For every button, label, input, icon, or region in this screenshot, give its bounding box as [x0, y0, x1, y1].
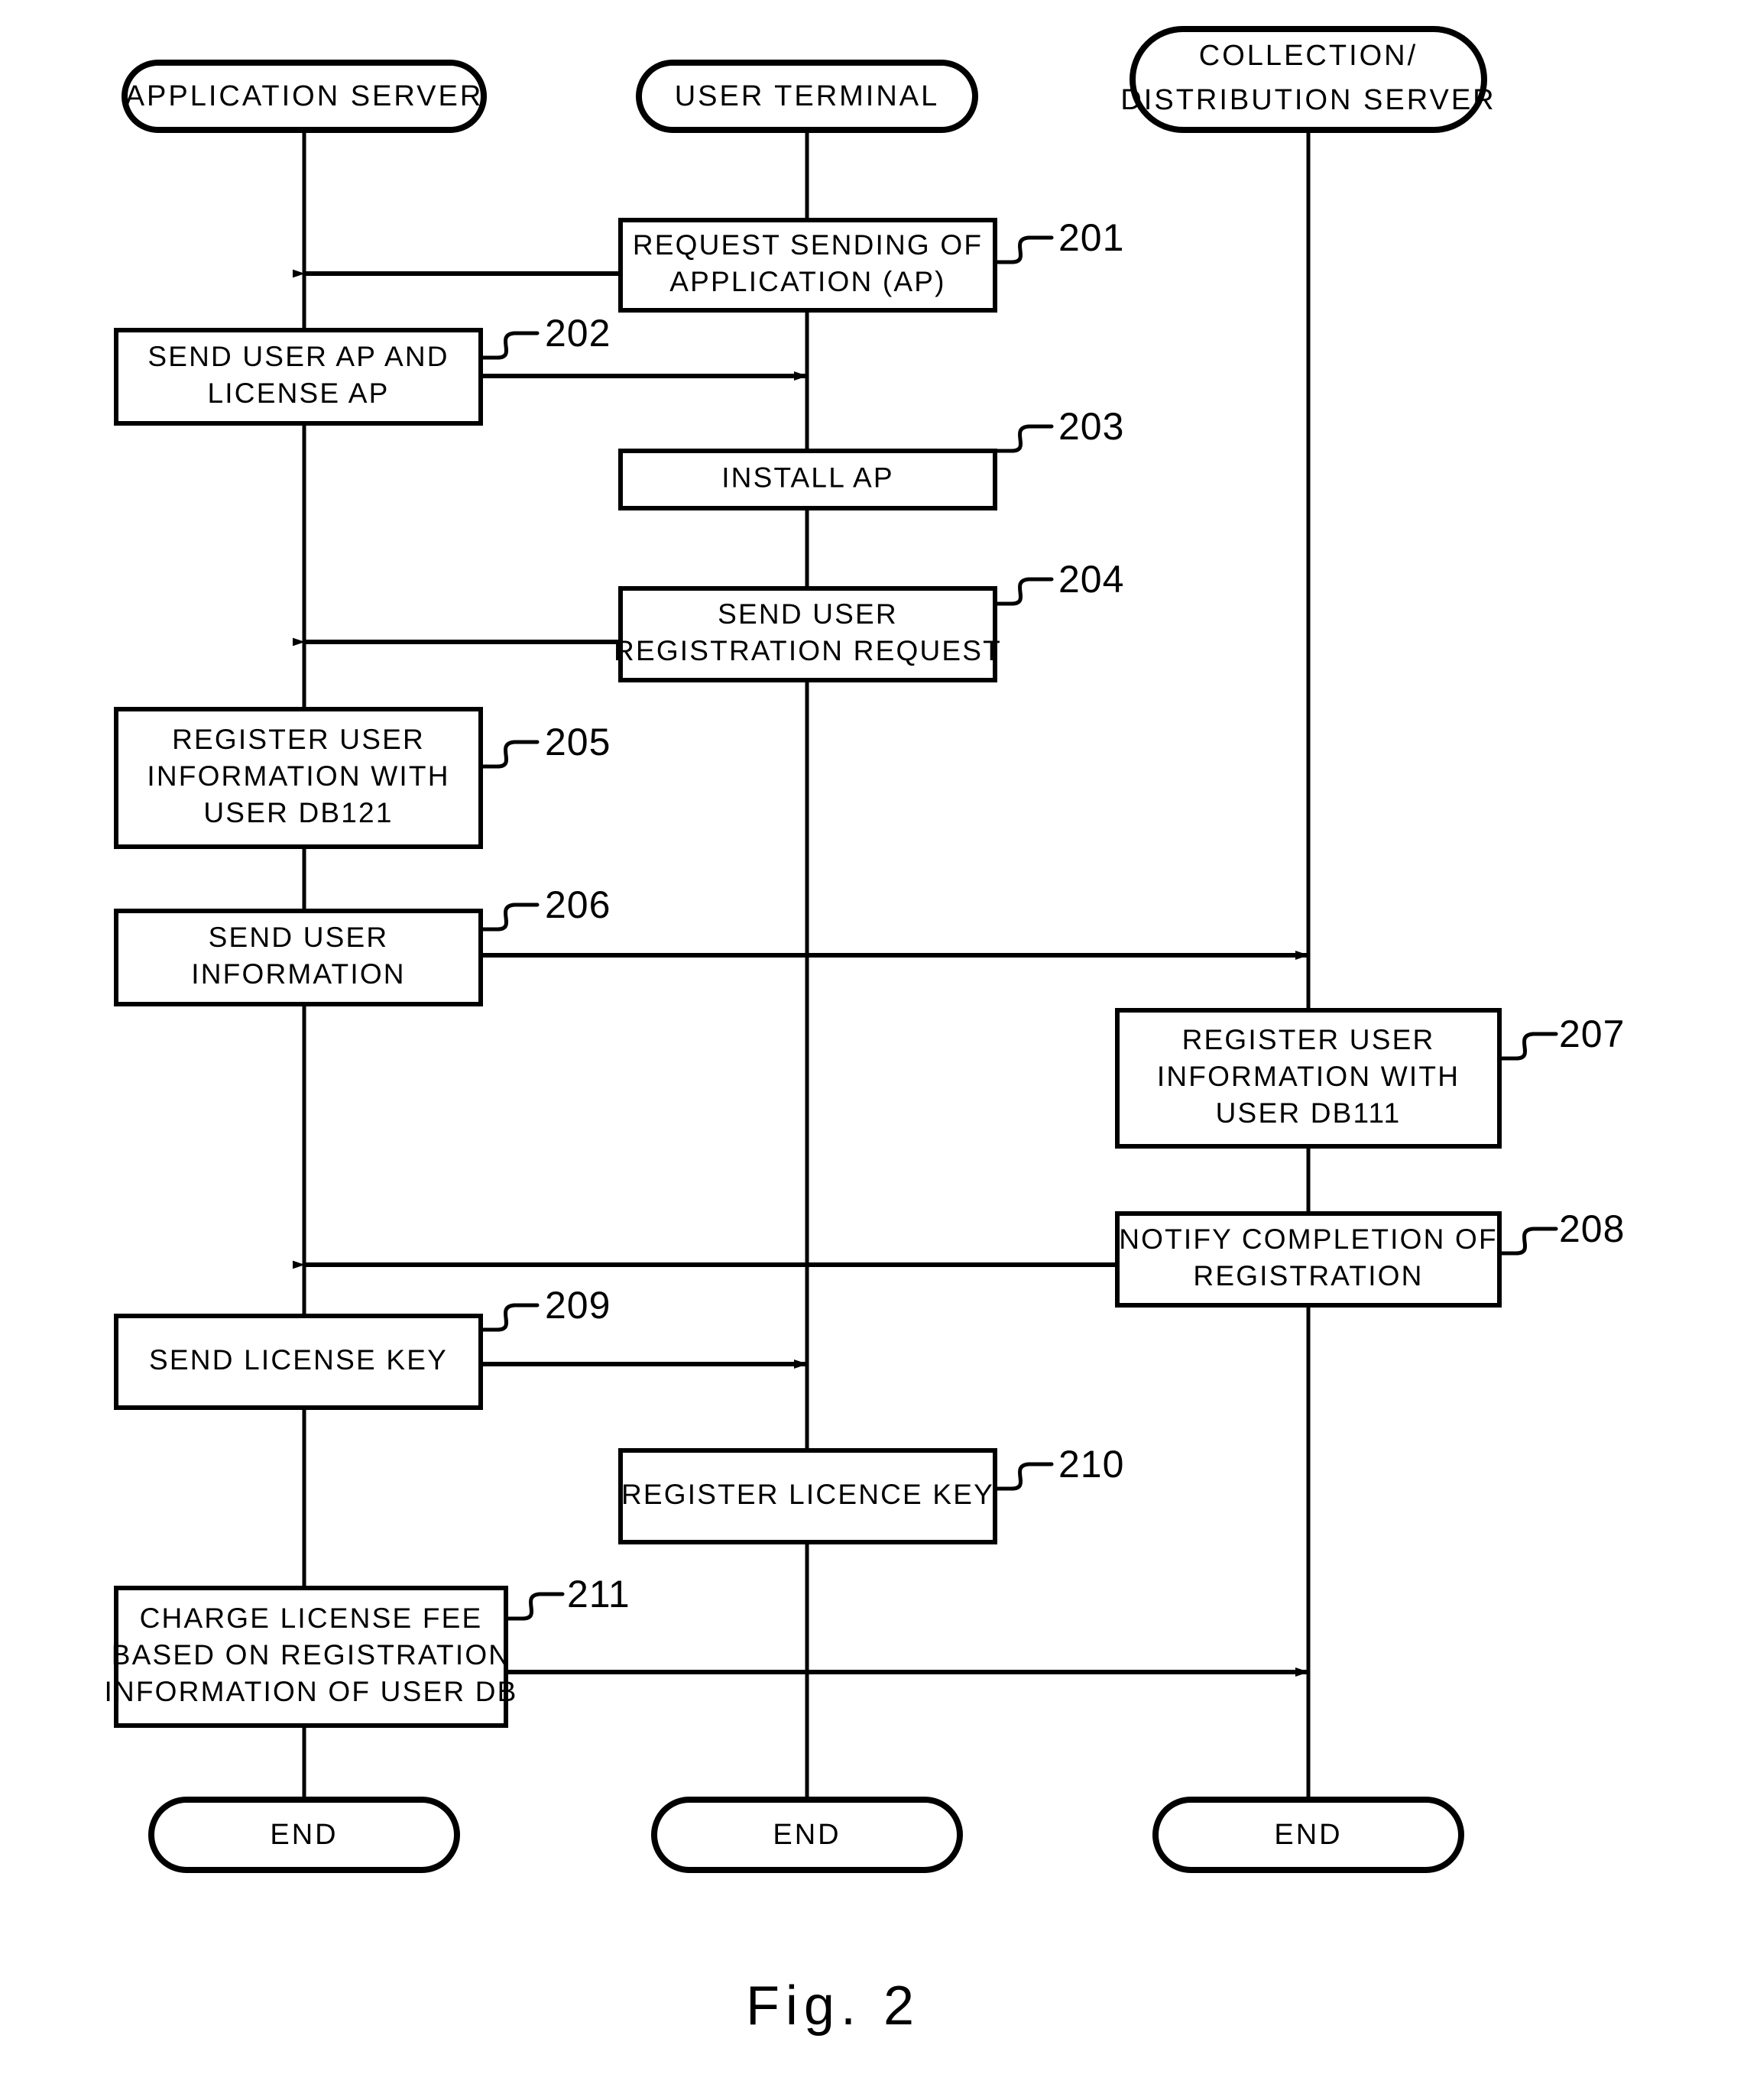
reference-number-text: 201 [1058, 216, 1124, 259]
step-label-line: SEND LICENSE KEY [149, 1344, 448, 1376]
step-box-210: REGISTER LICENCE KEY [618, 1448, 997, 1544]
reference-leader-line [478, 903, 540, 932]
reference-number-text: 209 [545, 1284, 611, 1327]
lifeline-header-label: COLLECTION/ [1199, 40, 1418, 72]
end-node-label: END [1274, 1819, 1342, 1851]
step-label-line: INFORMATION WITH [147, 760, 449, 792]
step-label-line: USER DB111 [1216, 1097, 1402, 1129]
step-label-line: REGISTER LICENCE KEY [621, 1479, 994, 1510]
step-label-line: REGISTRATION REQUEST [614, 635, 1002, 666]
step-label-line: USER DB121 [203, 797, 393, 828]
step-label-line: INSTALL AP [721, 462, 894, 493]
step-label-line: REGISTER USER [172, 724, 425, 755]
step-box-201: REQUEST SENDING OF APPLICATION (AP) [618, 218, 997, 313]
reference-number-text: 206 [545, 883, 611, 926]
step-label-line: SEND USER [209, 922, 389, 953]
step-box-206: SEND USER INFORMATION [114, 909, 483, 1006]
lifeline-header-user-terminal: USER TERMINAL [636, 60, 978, 133]
sequence-diagram-canvas: REQUEST SENDING OF APPLICATION (AP) 201 SEN… [104, 26, 1625, 2037]
reference-leader-line [504, 1592, 565, 1621]
step-label-line: INFORMATION [191, 958, 405, 990]
step-box-208: NOTIFY COMPLETION OF REGISTRATION [1115, 1211, 1502, 1308]
reference-number-text: 204 [1058, 558, 1124, 601]
step-box-202: SEND USER AP AND LICENSE AP [114, 328, 483, 426]
reference-leader-line [993, 424, 1054, 453]
step-label-line: BASED ON REGISTRATION [112, 1639, 510, 1671]
lifeline-header-collection-distribution-server: COLLECTION/DISTRIBUTION SERVER [1120, 26, 1496, 133]
lifeline-header-label: DISTRIBUTION SERVER [1120, 84, 1496, 116]
step-label-line: SEND USER AP AND [147, 341, 449, 372]
reference-leader-line [478, 1303, 540, 1332]
step-label-line: REGISTRATION [1193, 1260, 1423, 1291]
step-boxes-layer: REQUEST SENDING OF APPLICATION (AP) 201 SEN… [104, 216, 1625, 1728]
reference-number-206: 206 [478, 883, 611, 932]
step-box-205: REGISTER USER INFORMATION WITH USER DB121 [114, 707, 483, 849]
reference-leader-line [478, 331, 540, 360]
reference-number-text: 202 [545, 312, 611, 355]
reference-number-202: 202 [478, 312, 611, 360]
reference-number-208: 208 [1497, 1207, 1625, 1256]
reference-leader-line [993, 577, 1054, 606]
step-label-line: REQUEST SENDING OF [633, 229, 983, 261]
step-box-204: SEND USER REGISTRATION REQUEST [614, 586, 1002, 682]
end-node-3: END [1152, 1797, 1464, 1873]
figure-caption-layer: Fig. 2 [746, 1975, 920, 2037]
reference-number-209: 209 [478, 1284, 611, 1332]
reference-number-211: 211 [504, 1573, 630, 1621]
step-label-line: SEND USER [718, 598, 898, 630]
step-label-line: INFORMATION OF USER DB [104, 1676, 517, 1707]
step-label-line: REGISTER USER [1182, 1024, 1435, 1055]
reference-number-text: 207 [1559, 1013, 1625, 1055]
reference-number-text: 210 [1058, 1443, 1124, 1486]
step-label-line: NOTIFY COMPLETION OF [1119, 1223, 1498, 1255]
terminators-layer: APPLICATION SERVER USER TERMINAL COLLECTIO… [122, 26, 1496, 133]
end-node-2: END [651, 1797, 963, 1873]
reference-number-207: 207 [1497, 1013, 1625, 1061]
lifeline-header-label: APPLICATION SERVER [125, 80, 484, 112]
reference-number-text: 203 [1058, 405, 1124, 448]
step-label-line: CHARGE LICENSE FEE [140, 1603, 483, 1634]
reference-leader-line [993, 235, 1054, 264]
lifeline-header-label: USER TERMINAL [675, 80, 940, 112]
step-box-209: SEND LICENSE KEY [114, 1314, 483, 1410]
reference-leader-line [478, 740, 540, 769]
step-box-211: CHARGE LICENSE FEE BASED ON REGISTRATION I… [104, 1586, 517, 1728]
reference-number-text: 211 [567, 1573, 630, 1616]
step-label-line: LICENSE AP [208, 378, 390, 409]
reference-number-205: 205 [478, 721, 611, 769]
reference-number-204: 204 [993, 558, 1124, 606]
step-label-line: INFORMATION WITH [1157, 1061, 1460, 1092]
reference-leader-line [1497, 1227, 1558, 1256]
reference-number-210: 210 [993, 1443, 1124, 1491]
reference-number-201: 201 [993, 216, 1124, 264]
figure-caption: Fig. 2 [746, 1975, 920, 2037]
end-node-label: END [270, 1819, 338, 1851]
step-label-line: APPLICATION (AP) [669, 266, 945, 297]
end-node-1: END [148, 1797, 460, 1873]
lifeline-header-application-server: APPLICATION SERVER [122, 60, 487, 133]
step-box-207: REGISTER USER INFORMATION WITH USER DB111 [1115, 1008, 1502, 1149]
patent-figure: REQUEST SENDING OF APPLICATION (AP) 201 SEN… [0, 0, 1760, 2100]
reference-number-203: 203 [993, 405, 1124, 453]
reference-leader-line [993, 1462, 1054, 1491]
step-box-203: INSTALL AP [618, 449, 997, 510]
reference-number-text: 205 [545, 721, 611, 763]
reference-leader-line [1497, 1032, 1558, 1061]
end-nodes-layer: END END END [148, 1797, 1464, 1873]
reference-number-text: 208 [1559, 1207, 1625, 1250]
end-node-label: END [773, 1819, 841, 1851]
